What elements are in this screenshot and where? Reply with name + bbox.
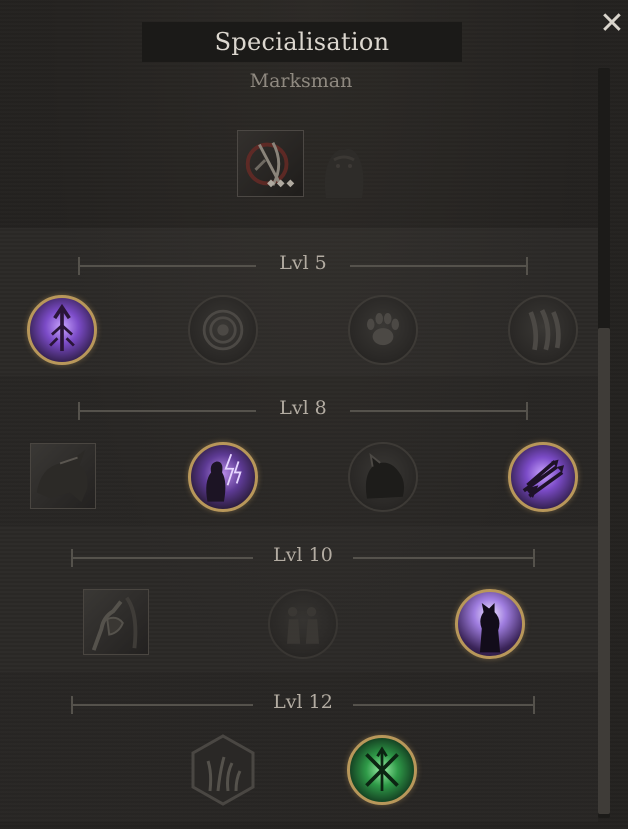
talent-node-armored-arm[interactable] xyxy=(83,589,149,655)
close-icon[interactable]: ✕ xyxy=(598,8,626,40)
pack-silhouette-icon xyxy=(286,607,320,644)
target-rings-icon xyxy=(202,309,244,351)
tier-label: Lvl 12 xyxy=(273,691,333,713)
tier-divider-lvl-12: Lvl 12 xyxy=(71,691,535,716)
tier-divider-lvl-8: Lvl 8 xyxy=(78,397,528,422)
tier-label: Lvl 10 xyxy=(273,544,333,566)
talent-node-lightning-figure[interactable] xyxy=(188,442,258,512)
talent-node-charging-beast[interactable] xyxy=(30,443,96,509)
tier-divider-lvl-10: Lvl 10 xyxy=(71,544,535,569)
crossed-blades-icon xyxy=(365,746,399,792)
wolf-head-icon xyxy=(365,453,405,499)
arrow-volley-icon xyxy=(522,459,565,499)
talent-node-howling-wolf[interactable] xyxy=(455,589,525,659)
panel-title-bar: Specialisation xyxy=(142,22,462,62)
scrollbar-thumb[interactable] xyxy=(598,328,610,814)
tier-divider-lvl-5: Lvl 5 xyxy=(78,252,528,277)
talent-node-target-rings[interactable] xyxy=(188,295,258,365)
talent-node-wolf-head[interactable] xyxy=(348,442,418,512)
claw-slash-icon xyxy=(528,309,561,351)
charging-beast-icon xyxy=(36,449,88,503)
talent-node-crossed-blades[interactable] xyxy=(347,735,417,805)
tier-label: Lvl 8 xyxy=(279,397,327,419)
paw-print-icon xyxy=(366,313,400,346)
marksman-bow-icon[interactable] xyxy=(237,130,304,197)
tall-grass-icon xyxy=(191,734,255,806)
armored-arm-icon xyxy=(91,596,138,651)
specialisation-panel: Specialisation ✕ Marksman Lvl 5 Lvl 8 Lv… xyxy=(0,0,628,829)
arrow-burst-icon xyxy=(49,303,75,352)
talent-node-arrow-volley[interactable] xyxy=(508,442,578,512)
beast-companion-icon[interactable] xyxy=(316,140,370,200)
talent-node-claw-slash[interactable] xyxy=(508,295,578,365)
talent-node-tall-grass[interactable] xyxy=(190,733,256,807)
talent-node-arrow-burst[interactable] xyxy=(27,295,97,365)
howling-wolf-icon xyxy=(479,602,501,653)
panel-title: Specialisation xyxy=(214,28,390,56)
specialisation-name: Marksman xyxy=(249,70,353,92)
tier-label: Lvl 5 xyxy=(279,252,327,274)
lightning-figure-icon xyxy=(206,453,242,502)
talent-node-paw-print[interactable] xyxy=(348,295,418,365)
talent-node-pack-silhouette[interactable] xyxy=(268,589,338,659)
